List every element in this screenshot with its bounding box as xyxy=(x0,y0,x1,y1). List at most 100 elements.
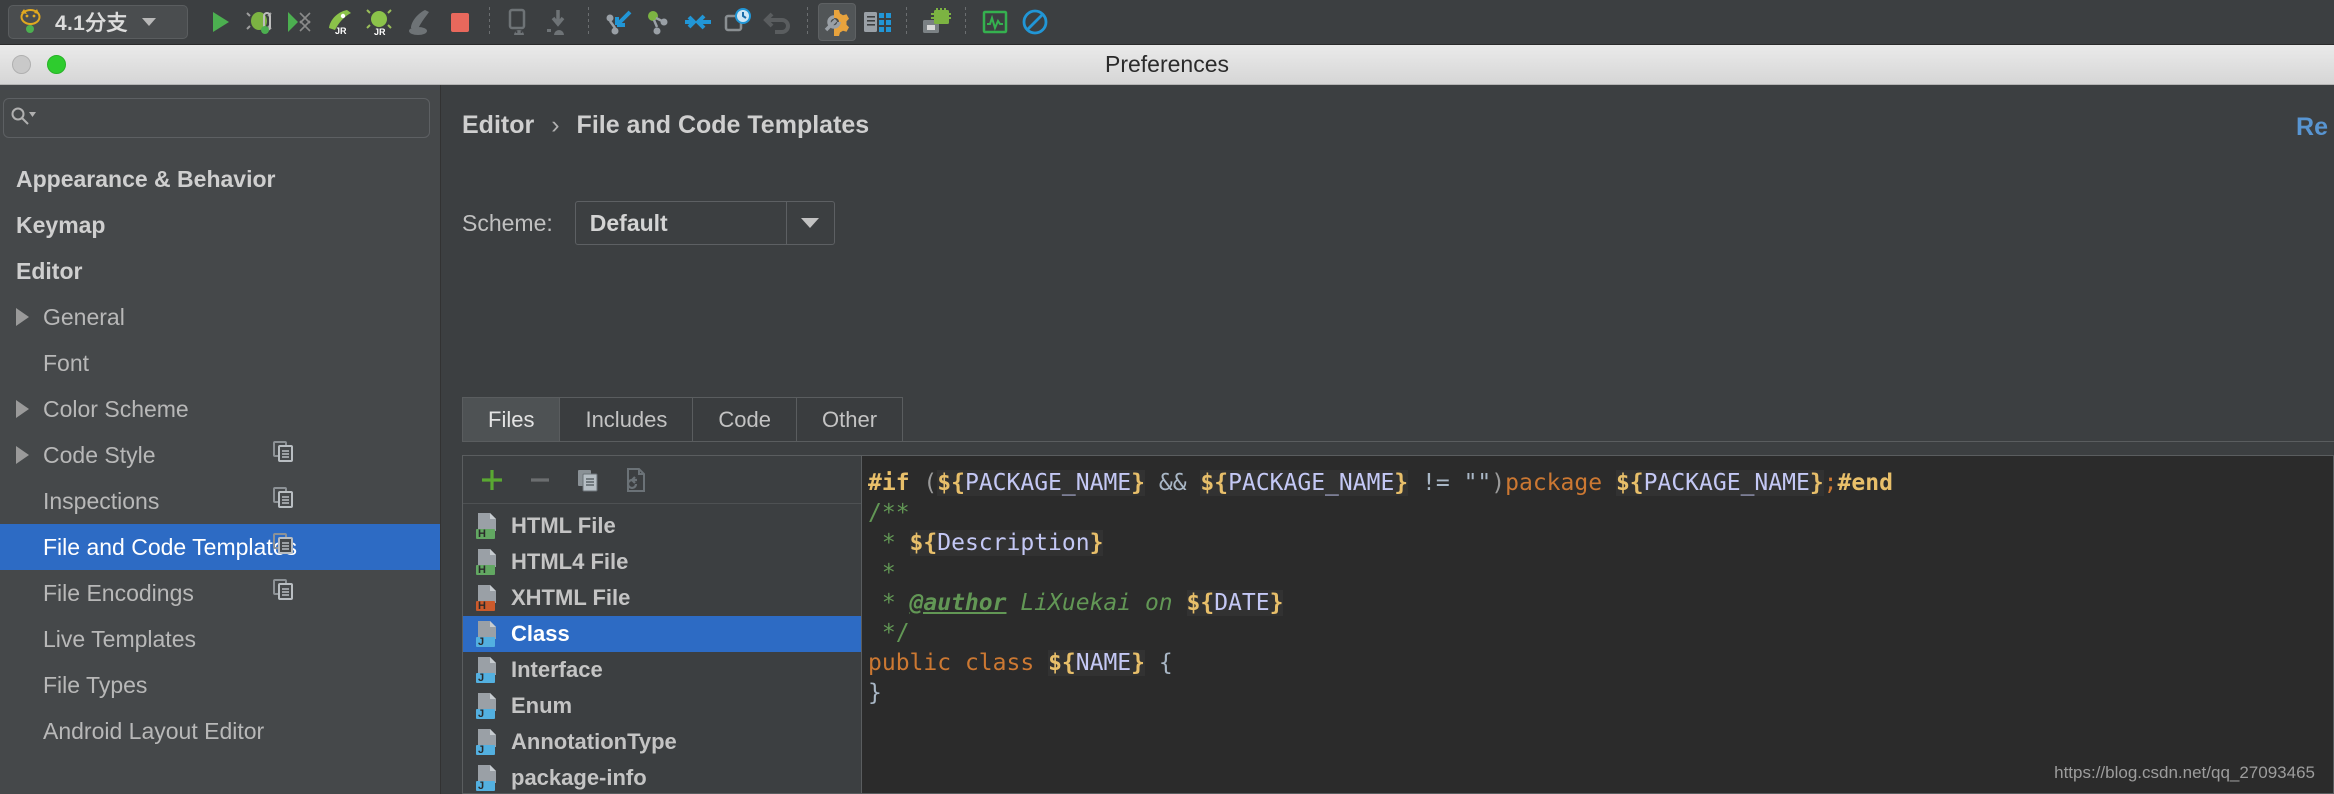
template-list-item[interactable]: H XHTML File xyxy=(463,580,861,616)
code-token: && xyxy=(1158,470,1187,496)
sync-gradle-icon[interactable] xyxy=(917,3,955,41)
code-token: ( xyxy=(923,470,938,496)
template-list-item[interactable]: J Class xyxy=(463,616,861,652)
expand-arrow-icon[interactable] xyxy=(16,400,29,418)
expand-arrow-icon[interactable] xyxy=(16,446,29,464)
sidebar-item-keymap[interactable]: Keymap xyxy=(0,202,440,248)
code-token: ${ xyxy=(1048,650,1076,676)
remove-template-button[interactable] xyxy=(525,465,555,495)
profiler-graph-icon[interactable] xyxy=(976,3,1014,41)
run-coverage-icon[interactable] xyxy=(281,3,319,41)
add-template-button[interactable] xyxy=(477,465,507,495)
code-token: } xyxy=(868,680,882,706)
svg-text:H: H xyxy=(478,564,486,576)
template-editor[interactable]: #if (${PACKAGE_NAME} && ${PACKAGE_NAME} … xyxy=(862,455,2334,794)
run-jrebel-icon[interactable]: JR xyxy=(321,3,359,41)
zoom-button[interactable] xyxy=(47,55,66,74)
no-entry-icon[interactable] xyxy=(1016,3,1054,41)
toolbar-separator xyxy=(965,7,966,37)
template-list-item[interactable]: H HTML4 File xyxy=(463,544,861,580)
stop-icon[interactable] xyxy=(441,3,479,41)
code-token: } xyxy=(1809,470,1824,496)
attach-profiler-icon[interactable] xyxy=(401,3,439,41)
template-name: HTML4 File xyxy=(511,549,629,574)
code-token: * xyxy=(868,530,910,556)
sidebar-item-appearance-behavior[interactable]: Appearance & Behavior xyxy=(0,156,440,202)
toolbar-separator xyxy=(807,7,808,37)
sidebar-item-file-and-code-templates[interactable]: File and Code Templates xyxy=(0,524,440,570)
sidebar-item-code-style[interactable]: Code Style xyxy=(0,432,440,478)
preferences-titlebar: Preferences xyxy=(0,45,2334,85)
tab-code[interactable]: Code xyxy=(692,397,797,441)
sidebar-item-color-scheme[interactable]: Color Scheme xyxy=(0,386,440,432)
copy-template-button[interactable] xyxy=(573,465,603,495)
sidebar-item-label: Font xyxy=(43,349,90,376)
template-list-item[interactable]: J Interface xyxy=(463,652,861,688)
branch-selector[interactable]: 4.1分支 xyxy=(8,5,188,39)
ide-toolbar: 4.1分支 JR JR xyxy=(0,0,2334,45)
scheme-row: Scheme: Default xyxy=(462,201,835,245)
file-type-icon: J xyxy=(475,656,501,684)
sidebar-item-live-templates[interactable]: Live Templates xyxy=(0,616,440,662)
reset-link[interactable]: Re xyxy=(2296,113,2328,142)
template-name: HTML File xyxy=(511,513,616,538)
search-input[interactable] xyxy=(40,107,429,129)
debug-jrebel-icon[interactable]: JR xyxy=(361,3,399,41)
sidebar-item-inspections[interactable]: Inspections xyxy=(0,478,440,524)
svg-text:J: J xyxy=(478,744,484,756)
copy-to-project-icon[interactable] xyxy=(273,533,295,561)
sidebar-item-editor[interactable]: Editor xyxy=(0,248,440,294)
template-list-item[interactable]: J AnnotationType xyxy=(463,724,861,760)
copy-to-project-icon[interactable] xyxy=(273,579,295,607)
code-token: ; xyxy=(1823,470,1838,496)
close-button[interactable] xyxy=(12,55,31,74)
copy-to-project-icon[interactable] xyxy=(273,487,295,515)
undo-icon[interactable] xyxy=(759,3,797,41)
code-line: } xyxy=(868,678,2333,708)
templates-split: H HTML File H HTML4 File H XHTML File J Class J I… xyxy=(462,455,2334,794)
sidebar-item-font[interactable]: Font xyxy=(0,340,440,386)
svg-text:J: J xyxy=(478,672,484,684)
sidebar-item-android-layout-editor[interactable]: Android Layout Editor xyxy=(0,708,440,754)
sidebar-item-file-encodings[interactable]: File Encodings xyxy=(0,570,440,616)
sidebar-item-general[interactable]: General xyxy=(0,294,440,340)
code-line: * xyxy=(868,558,2333,588)
template-name: XHTML File xyxy=(511,585,631,610)
template-list-item[interactable]: H HTML File xyxy=(463,508,861,544)
copy-to-project-icon[interactable] xyxy=(273,441,295,469)
settings-tree: Appearance & Behavior Keymap Editor General… xyxy=(0,156,440,754)
vcs-update-icon[interactable] xyxy=(599,3,637,41)
breadcrumb-root[interactable]: Editor xyxy=(462,111,534,140)
template-list-item[interactable]: J Enum xyxy=(463,688,861,724)
scheme-dropdown[interactable]: Default xyxy=(574,201,835,245)
svg-text:H: H xyxy=(478,528,486,540)
run-icon[interactable] xyxy=(201,3,239,41)
tab-files[interactable]: Files xyxy=(462,397,561,441)
sdk-manager-icon[interactable] xyxy=(540,3,578,41)
avd-manager-icon[interactable] xyxy=(500,3,538,41)
vcs-push-icon[interactable] xyxy=(679,3,717,41)
tab-includes[interactable]: Includes xyxy=(559,397,694,441)
chevron-down-icon[interactable] xyxy=(785,202,834,244)
sidebar-item-file-types[interactable]: File Types xyxy=(0,662,440,708)
search-box[interactable] xyxy=(3,98,430,138)
expand-arrow-icon[interactable] xyxy=(16,308,29,326)
sidebar-item-label: Appearance & Behavior xyxy=(16,165,276,192)
debug-icon[interactable] xyxy=(241,3,279,41)
vcs-commit-icon[interactable] xyxy=(639,3,677,41)
sidebar-item-label: Keymap xyxy=(16,211,106,238)
project-structure-icon[interactable] xyxy=(858,3,896,41)
template-list-item[interactable]: Jpackage-info xyxy=(463,760,861,793)
tab-other[interactable]: Other xyxy=(796,397,904,441)
file-type-icon: J xyxy=(475,620,501,648)
settings-icon[interactable] xyxy=(818,3,856,41)
code-token: ${ xyxy=(909,530,938,556)
template-source-code[interactable]: #if (${PACKAGE_NAME} && ${PACKAGE_NAME} … xyxy=(862,456,2333,708)
sidebar-item-label: File Types xyxy=(43,671,148,698)
sidebar-item-label: Code Style xyxy=(43,441,156,468)
reset-template-button[interactable] xyxy=(621,465,651,495)
settings-detail-pane: Editor › File and Code Templates Re Sche… xyxy=(441,85,2334,794)
vcs-history-icon[interactable] xyxy=(719,3,757,41)
